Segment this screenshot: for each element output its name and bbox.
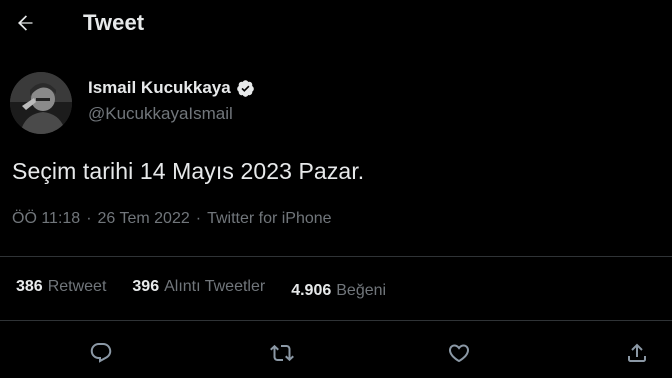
- retweet-icon: [270, 344, 294, 362]
- meta-separator: ·: [195, 210, 202, 227]
- quotes-label: Alıntı Tweetler: [164, 278, 266, 295]
- author-handle[interactable]: @KucukkayaIsmail: [88, 104, 233, 124]
- tweet-date[interactable]: 26 Tem 2022: [98, 210, 190, 228]
- top-bar: Tweet: [0, 0, 672, 48]
- like-button[interactable]: [444, 338, 474, 368]
- back-button[interactable]: [10, 8, 40, 38]
- divider: [0, 320, 672, 321]
- tweet-text: Seçim tarihi 14 Mayıs 2023 Pazar.: [12, 158, 365, 184]
- likes-count: 4.906: [291, 282, 332, 299]
- page-title: Tweet: [83, 10, 145, 35]
- share-icon: [628, 343, 646, 362]
- verified-badge-icon: [236, 79, 254, 97]
- retweets-stat[interactable]: 386 Retweet: [16, 278, 106, 296]
- divider: [0, 256, 672, 257]
- retweets-label: Retweet: [47, 278, 107, 295]
- quotes-stat[interactable]: 396 Alıntı Tweetler: [132, 278, 265, 296]
- share-button[interactable]: [622, 338, 652, 368]
- likes-stat[interactable]: 4.906 Beğeni: [291, 282, 386, 300]
- tweet-meta: ÖÖ 11:18 · 26 Tem 2022 · Twitter for iPh…: [12, 210, 332, 228]
- author-name[interactable]: Ismail Kucukkaya: [88, 78, 231, 98]
- tweet-source[interactable]: Twitter for iPhone: [207, 210, 332, 228]
- tweet-author: Ismail Kucukkaya @KucukkayaIsmail: [10, 70, 610, 134]
- meta-separator: ·: [86, 210, 92, 227]
- likes-label: Beğeni: [336, 282, 387, 299]
- avatar-image: [10, 72, 72, 134]
- retweets-count: 386: [16, 278, 43, 295]
- retweet-button[interactable]: [267, 338, 297, 368]
- author-name-row: Ismail Kucukkaya: [88, 78, 255, 98]
- heart-icon: [448, 344, 470, 363]
- arrow-left-icon: [18, 15, 33, 31]
- reply-button[interactable]: [86, 338, 116, 368]
- tweet-stats: 386 Retweet 396 Alıntı Tweetler 4.906 Be…: [16, 278, 386, 299]
- quotes-count: 396: [132, 278, 160, 295]
- avatar[interactable]: [10, 72, 72, 134]
- reply-icon: [90, 343, 112, 363]
- tweet-actions: [0, 330, 672, 374]
- tweet-time[interactable]: ÖÖ 11:18: [12, 210, 80, 228]
